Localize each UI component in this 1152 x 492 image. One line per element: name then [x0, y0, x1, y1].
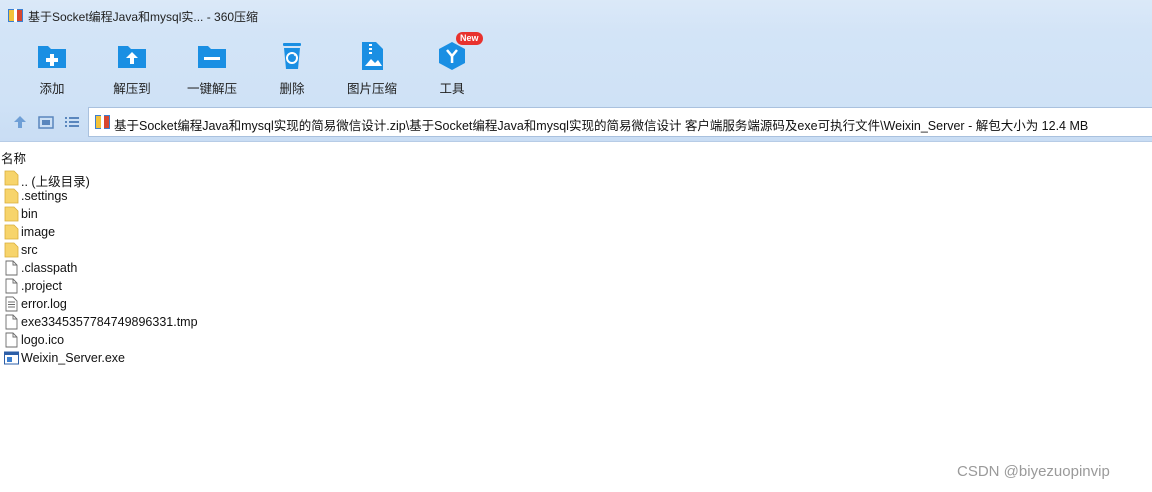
watermark: CSDN @biyezuopinvip — [957, 463, 1110, 480]
delete-button[interactable]: 删除 — [252, 38, 332, 98]
list-item[interactable]: exe3345357784749896331.tmp — [0, 313, 400, 331]
file-name: error.log — [21, 297, 67, 311]
file-name: exe3345357784749896331.tmp — [21, 315, 198, 329]
path-bar: 基于Socket编程Java和mysql实现的简易微信设计.zip\基于Sock… — [0, 102, 1152, 142]
folder-icon — [4, 224, 19, 240]
image-compress-button[interactable]: 图片压缩 — [332, 38, 412, 98]
file-name: .classpath — [21, 261, 78, 275]
list-item[interactable]: error.log — [0, 295, 400, 313]
list-item[interactable]: src — [0, 241, 400, 259]
list-item[interactable]: .. (上级目录) — [0, 169, 400, 189]
text-file-icon — [5, 296, 18, 312]
file-name: logo.ico — [21, 333, 65, 347]
file-name: bin — [21, 207, 38, 221]
tools-button[interactable]: New 工具 — [412, 32, 492, 98]
new-badge: New — [456, 32, 483, 45]
extract-to-button[interactable]: 解压到 — [92, 38, 172, 98]
toolbar: 添加 解压到 一键解压 删除 图片压缩 New 工具 — [0, 32, 1152, 102]
tools-label: 工具 — [439, 82, 465, 96]
one-click-extract-label: 一键解压 — [186, 82, 237, 96]
file-icon — [5, 278, 18, 294]
file-name: image — [21, 225, 56, 239]
file-name: .settings — [21, 189, 68, 203]
path-text: 基于Socket编程Java和mysql实现的简易微信设计.zip\基于Sock… — [114, 119, 1089, 133]
list-view-icon[interactable] — [63, 113, 81, 131]
list-item[interactable]: .project — [0, 277, 400, 295]
extract-to-label: 解压到 — [113, 82, 151, 96]
list-item[interactable]: bin — [0, 205, 400, 223]
column-header-name[interactable]: 名称 — [0, 146, 1152, 166]
one-click-extract-button[interactable]: 一键解压 — [172, 38, 252, 98]
path-field[interactable]: 基于Socket编程Java和mysql实现的简易微信设计.zip\基于Sock… — [88, 107, 1152, 137]
add-button[interactable]: 添加 — [12, 38, 92, 98]
add-label: 添加 — [39, 82, 65, 96]
file-list: .. (上级目录) .settings bin image src .class… — [0, 169, 400, 367]
add-folder-icon — [38, 46, 66, 68]
folder-icon — [4, 188, 19, 204]
archive-icon — [95, 115, 110, 129]
folder-icon — [4, 170, 19, 186]
list-item[interactable]: Weixin_Server.exe — [0, 349, 400, 367]
thumbnail-view-icon[interactable] — [37, 113, 55, 131]
up-arrow-icon[interactable] — [11, 113, 29, 131]
image-compress-label: 图片压缩 — [346, 82, 397, 96]
image-compress-icon — [362, 42, 383, 70]
one-click-extract-icon — [198, 46, 226, 68]
list-item[interactable]: image — [0, 223, 400, 241]
list-item[interactable]: .settings — [0, 187, 400, 205]
list-item[interactable]: .classpath — [0, 259, 400, 277]
column-header-label: 名称 — [1, 152, 27, 166]
extract-to-folder-icon — [118, 46, 146, 68]
title-bar: 基于Socket编程Java和mysql实... - 360压缩 — [0, 0, 1152, 32]
file-name: src — [21, 243, 38, 257]
folder-icon — [4, 206, 19, 222]
file-icon — [5, 314, 18, 330]
file-name: Weixin_Server.exe — [21, 351, 125, 365]
exe-icon — [4, 351, 19, 365]
file-name: .project — [21, 279, 62, 293]
recycle-bin-icon — [283, 43, 301, 69]
archive-icon — [8, 9, 23, 22]
file-icon — [5, 260, 18, 276]
delete-label: 删除 — [279, 82, 305, 96]
folder-icon — [4, 242, 19, 258]
list-item[interactable]: logo.ico — [0, 331, 400, 349]
file-icon — [5, 332, 18, 348]
window-title: 基于Socket编程Java和mysql实... - 360压缩 — [28, 10, 259, 24]
